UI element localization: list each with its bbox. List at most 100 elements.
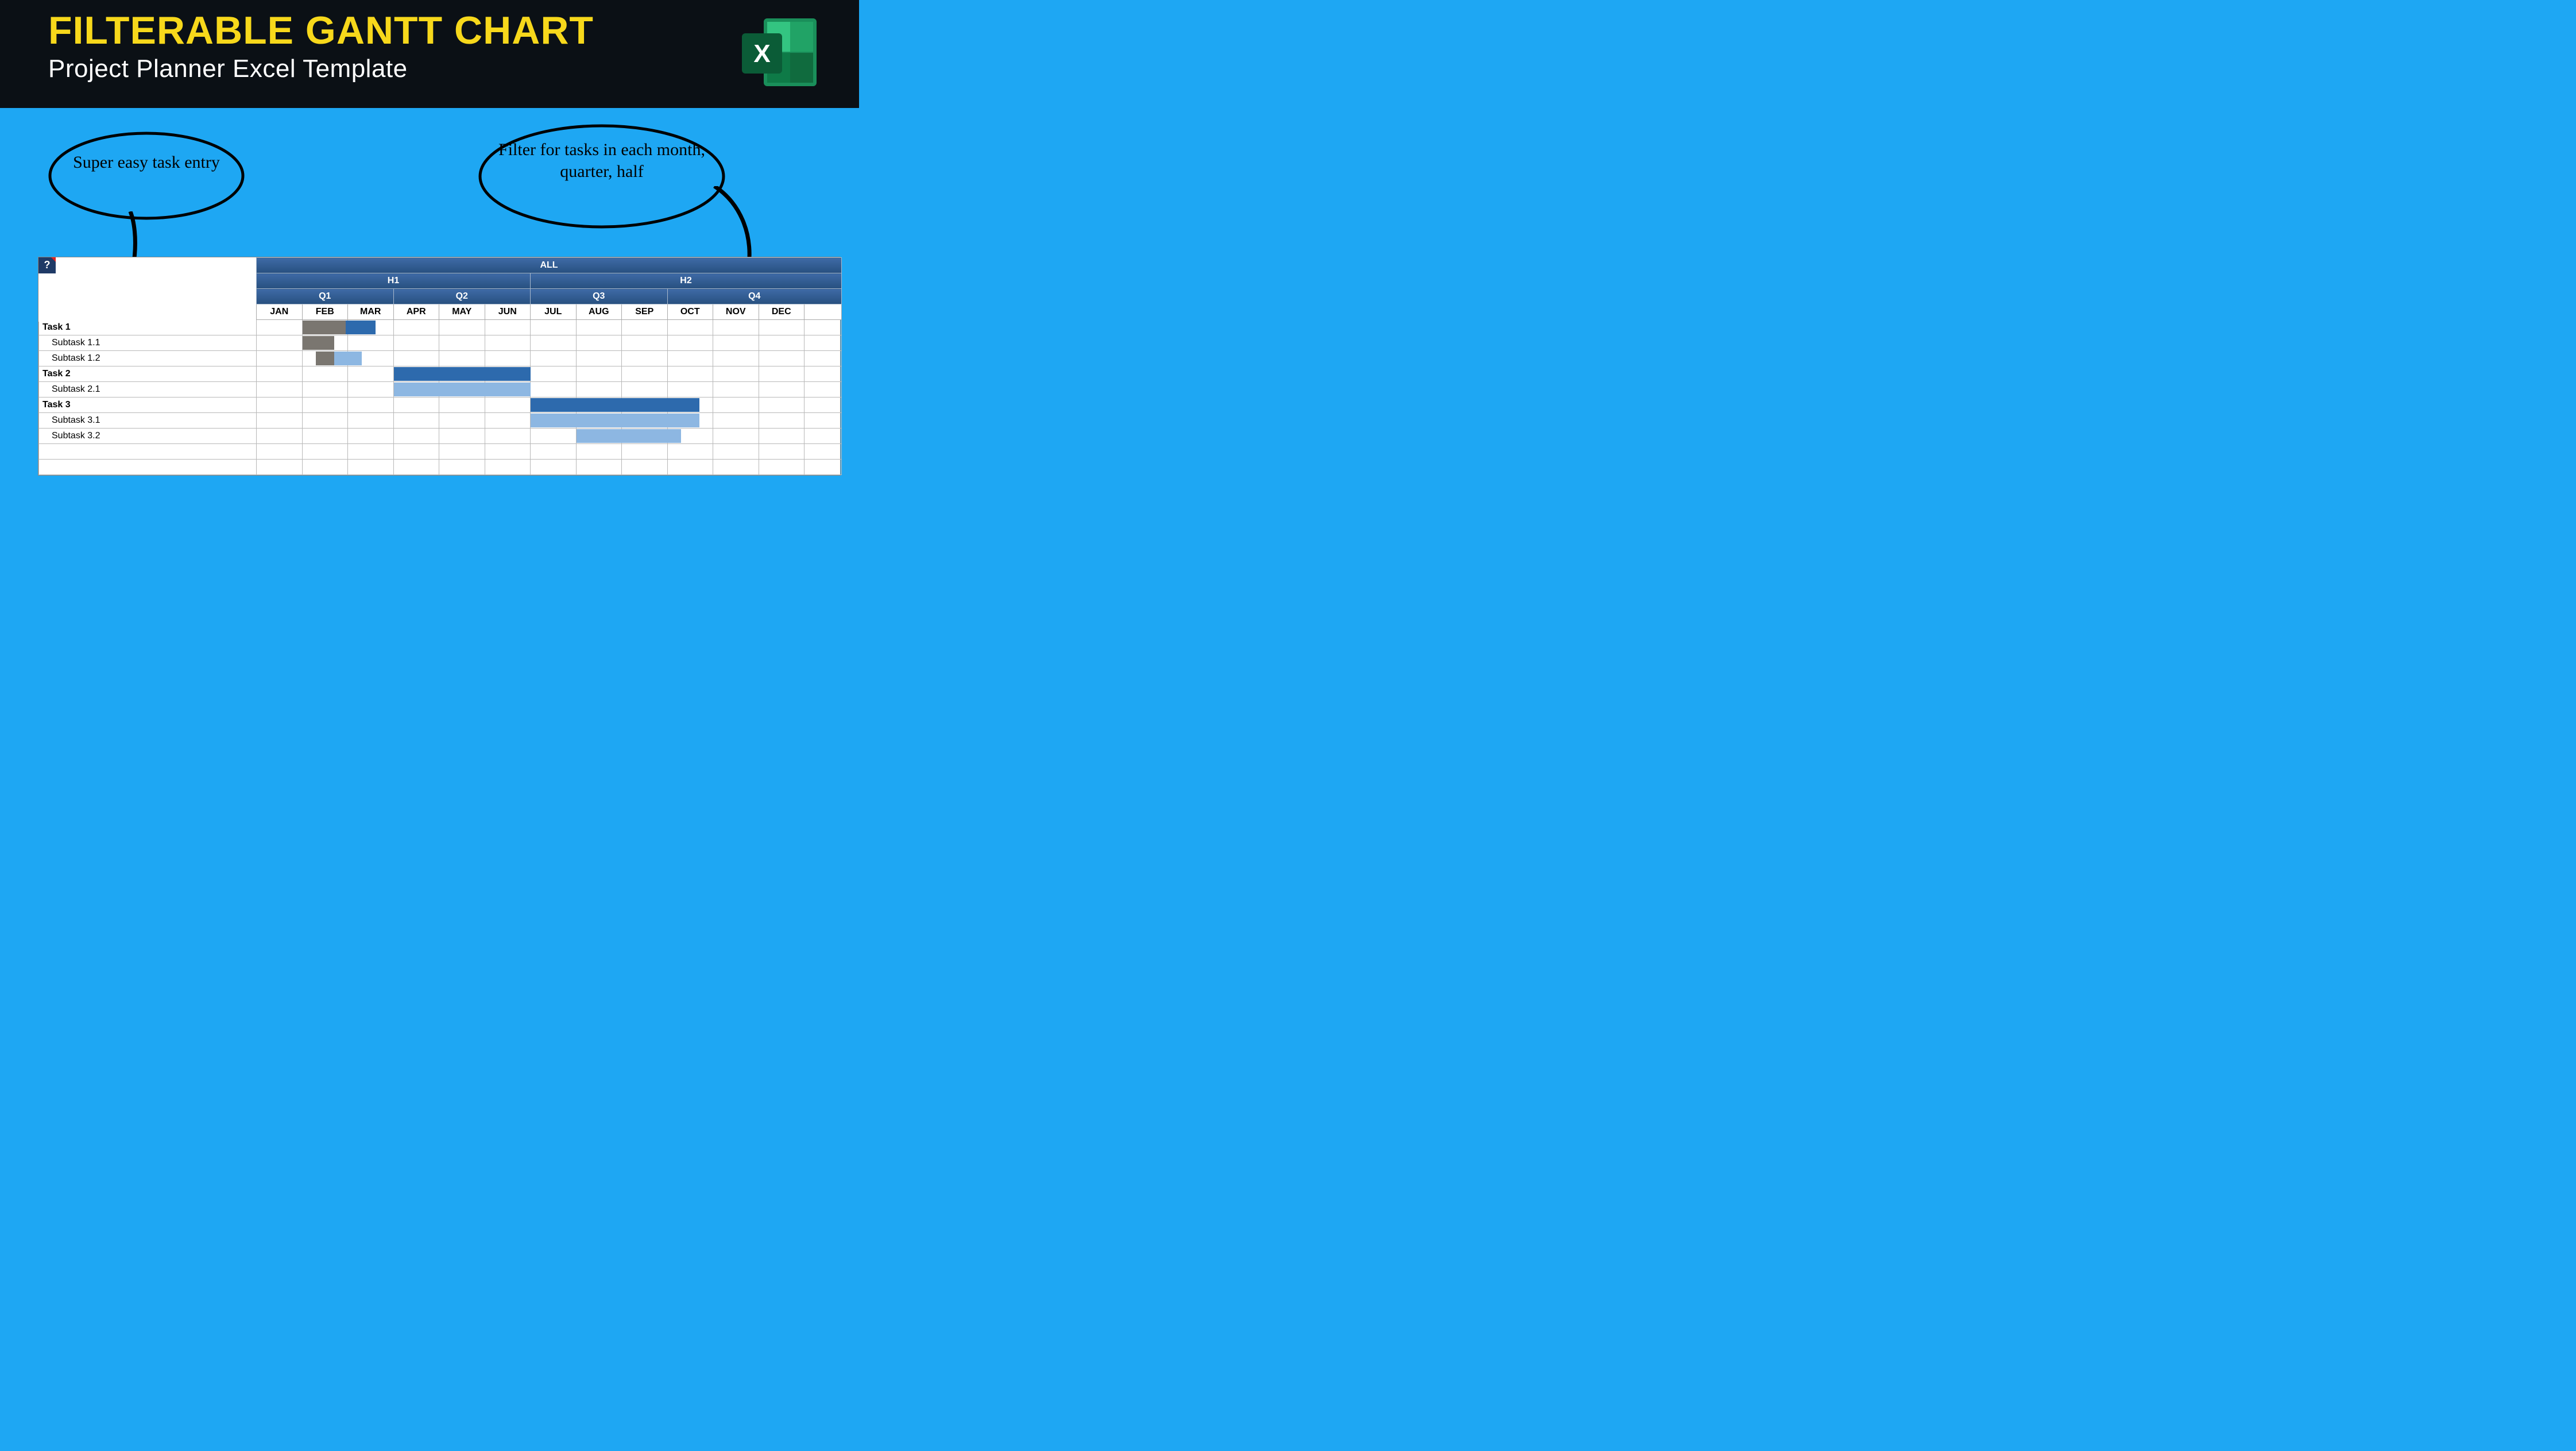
gantt-cell: [667, 335, 713, 351]
gantt-cell: [713, 413, 759, 429]
gantt-cell: [439, 460, 485, 475]
gantt-cell: [531, 429, 577, 444]
gantt-cell: [257, 413, 303, 429]
task-label[interactable]: Subtask 1.1: [39, 335, 257, 351]
gantt-row: Subtask 3.2: [39, 429, 842, 444]
gantt-cell: [302, 429, 348, 444]
gantt-cell: [804, 382, 842, 398]
task-label[interactable]: Subtask 1.2: [39, 351, 257, 366]
gantt-cell: [302, 366, 348, 382]
gantt-bar[interactable]: [394, 383, 531, 396]
gantt-cell: [439, 351, 485, 366]
gantt-cell: [393, 460, 439, 475]
gantt-cell: [257, 429, 303, 444]
gantt-cell: [713, 382, 759, 398]
gantt-cell: [804, 320, 842, 335]
gantt-cell: [531, 460, 577, 475]
gantt-cell: [485, 444, 531, 460]
gantt-cell: [759, 429, 804, 444]
filter-month-jun[interactable]: JUN: [485, 304, 531, 320]
gantt-cell: [622, 444, 668, 460]
gantt-cell: [302, 460, 348, 475]
gantt-cell: [393, 444, 439, 460]
gantt-cell: [348, 335, 394, 351]
task-label[interactable]: Task 2: [39, 366, 257, 382]
filter-month-feb[interactable]: FEB: [302, 304, 348, 320]
gantt-cell: [804, 413, 842, 429]
filter-month-oct[interactable]: OCT: [667, 304, 713, 320]
gantt-cell: [257, 366, 303, 382]
gantt-cell: [759, 320, 804, 335]
filter-month-mar[interactable]: MAR: [348, 304, 394, 320]
gantt-cell: [257, 351, 303, 366]
filter-month-jan[interactable]: JAN: [257, 304, 303, 320]
filter-q2[interactable]: Q2: [393, 289, 531, 304]
filter-month-may[interactable]: MAY: [439, 304, 485, 320]
gantt-cell: [531, 320, 577, 335]
gantt-cell: [576, 351, 622, 366]
gantt-bar-completed: [316, 352, 334, 365]
gantt-row: Subtask 3.1: [39, 413, 842, 429]
gantt-cell: [439, 444, 485, 460]
filter-month-nov[interactable]: NOV: [713, 304, 759, 320]
gantt-cell: [485, 413, 531, 429]
task-label[interactable]: Task 1: [39, 320, 257, 335]
gantt-bar[interactable]: [531, 398, 699, 412]
gantt-cell: [348, 366, 394, 382]
gantt-cell: [622, 351, 668, 366]
gantt-cell: [576, 335, 622, 351]
filter-month-jul[interactable]: JUL: [531, 304, 577, 320]
gantt-cell: [622, 366, 668, 382]
filter-month-dec[interactable]: DEC: [759, 304, 804, 320]
gantt-cell: [576, 366, 622, 382]
gantt-cell: [713, 320, 759, 335]
task-label[interactable]: Task 3: [39, 398, 257, 413]
gantt-cell: [531, 335, 577, 351]
gantt-cell: [302, 413, 348, 429]
gantt-cell: [713, 366, 759, 382]
filter-h2[interactable]: H2: [531, 273, 842, 289]
gantt-cell: [393, 413, 439, 429]
empty-row: [39, 444, 842, 460]
gantt-bar[interactable]: [394, 367, 531, 381]
filter-month-sep[interactable]: SEP: [622, 304, 668, 320]
gantt-cell: [485, 429, 531, 444]
gantt-cell: [759, 460, 804, 475]
gantt-cell: [393, 351, 439, 366]
gantt-cell: [759, 444, 804, 460]
gantt-bar[interactable]: [577, 429, 682, 443]
gantt-cell: [759, 413, 804, 429]
gantt-cell: [393, 335, 439, 351]
gantt-cell: [257, 444, 303, 460]
gantt-cell: [667, 366, 713, 382]
gantt-cell: [485, 351, 531, 366]
gantt-row: Subtask 1.1: [39, 335, 842, 351]
help-button[interactable]: ?: [38, 257, 56, 273]
gantt-cell: [485, 320, 531, 335]
filter-q3[interactable]: Q3: [531, 289, 668, 304]
gantt-cell: [713, 444, 759, 460]
gantt-cell: [622, 382, 668, 398]
filter-q1[interactable]: Q1: [257, 289, 394, 304]
filter-month-aug[interactable]: AUG: [576, 304, 622, 320]
gantt-cell: [348, 398, 394, 413]
gantt-cell: [804, 335, 842, 351]
task-label[interactable]: Subtask 2.1: [39, 382, 257, 398]
gantt-cell: [439, 320, 485, 335]
excel-icon: X: [738, 16, 819, 91]
task-label[interactable]: Subtask 3.2: [39, 429, 257, 444]
filter-h1[interactable]: H1: [257, 273, 531, 289]
gantt-cell: [348, 382, 394, 398]
empty-task-cell: [39, 460, 257, 475]
gantt-cell: [257, 398, 303, 413]
gantt-cell: [759, 382, 804, 398]
filter-all[interactable]: ALL: [257, 258, 842, 273]
task-label[interactable]: Subtask 3.1: [39, 413, 257, 429]
gantt-cell: [759, 351, 804, 366]
gantt-cell: [576, 444, 622, 460]
filter-month-apr[interactable]: APR: [393, 304, 439, 320]
gantt-row: Task 3: [39, 398, 842, 413]
gantt-bar[interactable]: [531, 414, 699, 427]
filter-q4[interactable]: Q4: [667, 289, 842, 304]
gantt-row: Task 2: [39, 366, 842, 382]
